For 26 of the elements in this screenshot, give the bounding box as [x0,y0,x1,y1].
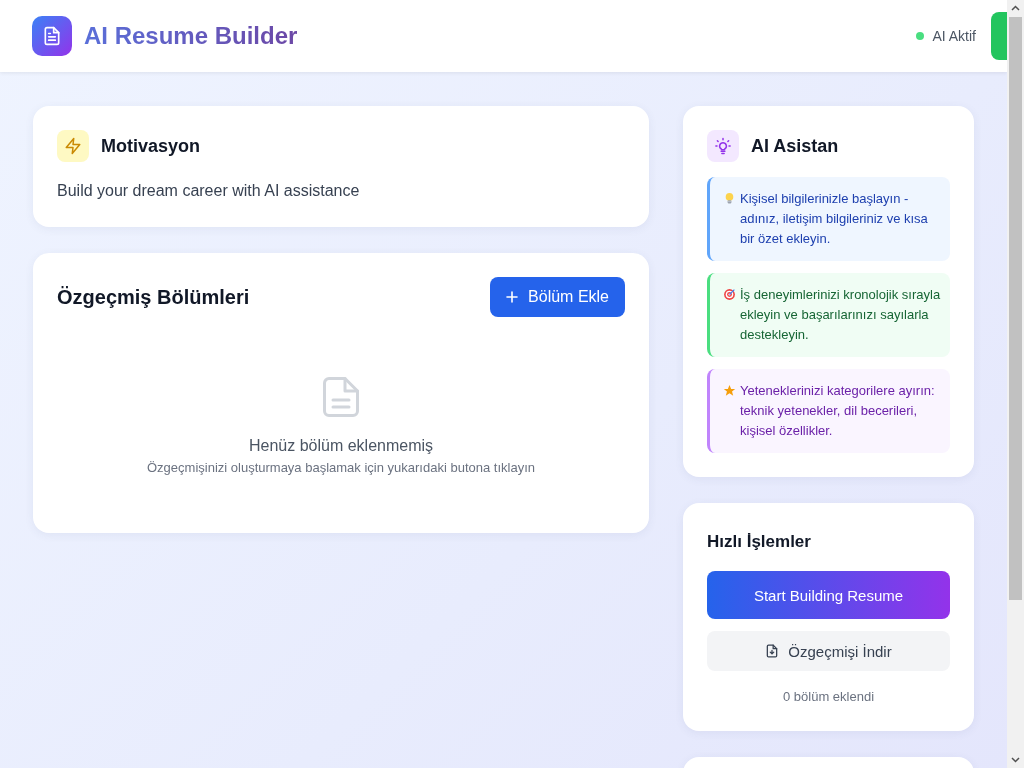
lightning-icon [57,130,89,162]
file-download-icon [765,644,780,658]
document-icon [32,16,72,56]
start-building-button[interactable]: Start Building Resume [707,571,950,619]
empty-state-title: Henüz bölüm eklenmemiş [248,436,434,456]
add-section-button[interactable]: Bölüm Ekle [490,277,625,317]
scrollbar-thumb[interactable] [1009,17,1022,600]
scrollbar[interactable] [1007,0,1024,768]
tip-text: Yeteneklerinizi kategorilere ayırın: teknik yetenekler, dil becerileri, kişisel özellikler. [740,382,936,440]
card-title: AI Asistan [751,135,839,157]
card-title: Motivasyon [101,135,201,157]
download-button[interactable]: Özgeçmişi İndir [707,631,950,671]
tip-text: İş deneyimlerinizi kronolojik sırayla ekleyin ve başarılarınızı sayılarla destekleyin. [740,286,942,344]
tip-text: Kişisel bilgilerinizle başlayın - adınız, iletişim bilgileriniz ve kısa bir özet ekleyin. [740,190,929,248]
lightbulb-icon [707,130,739,162]
star-icon [723,384,736,397]
target-icon [723,288,736,301]
card-title: Hızlı İşlemler [707,531,812,553]
document-icon [323,377,359,417]
plus-icon [506,291,519,303]
lightbulb-icon [723,192,736,205]
section-count: 0 bölüm eklendi [781,688,876,706]
status-label: AI Aktif [932,28,976,44]
empty-state-hint: Özgeçmişinizi oluşturmaya başlamak için yukarıdaki butona tıklayın [147,459,535,477]
card-title: Özgeçmiş Bölümleri [57,285,250,309]
motivation-text: Build your dream career with AI assistance [57,181,361,201]
